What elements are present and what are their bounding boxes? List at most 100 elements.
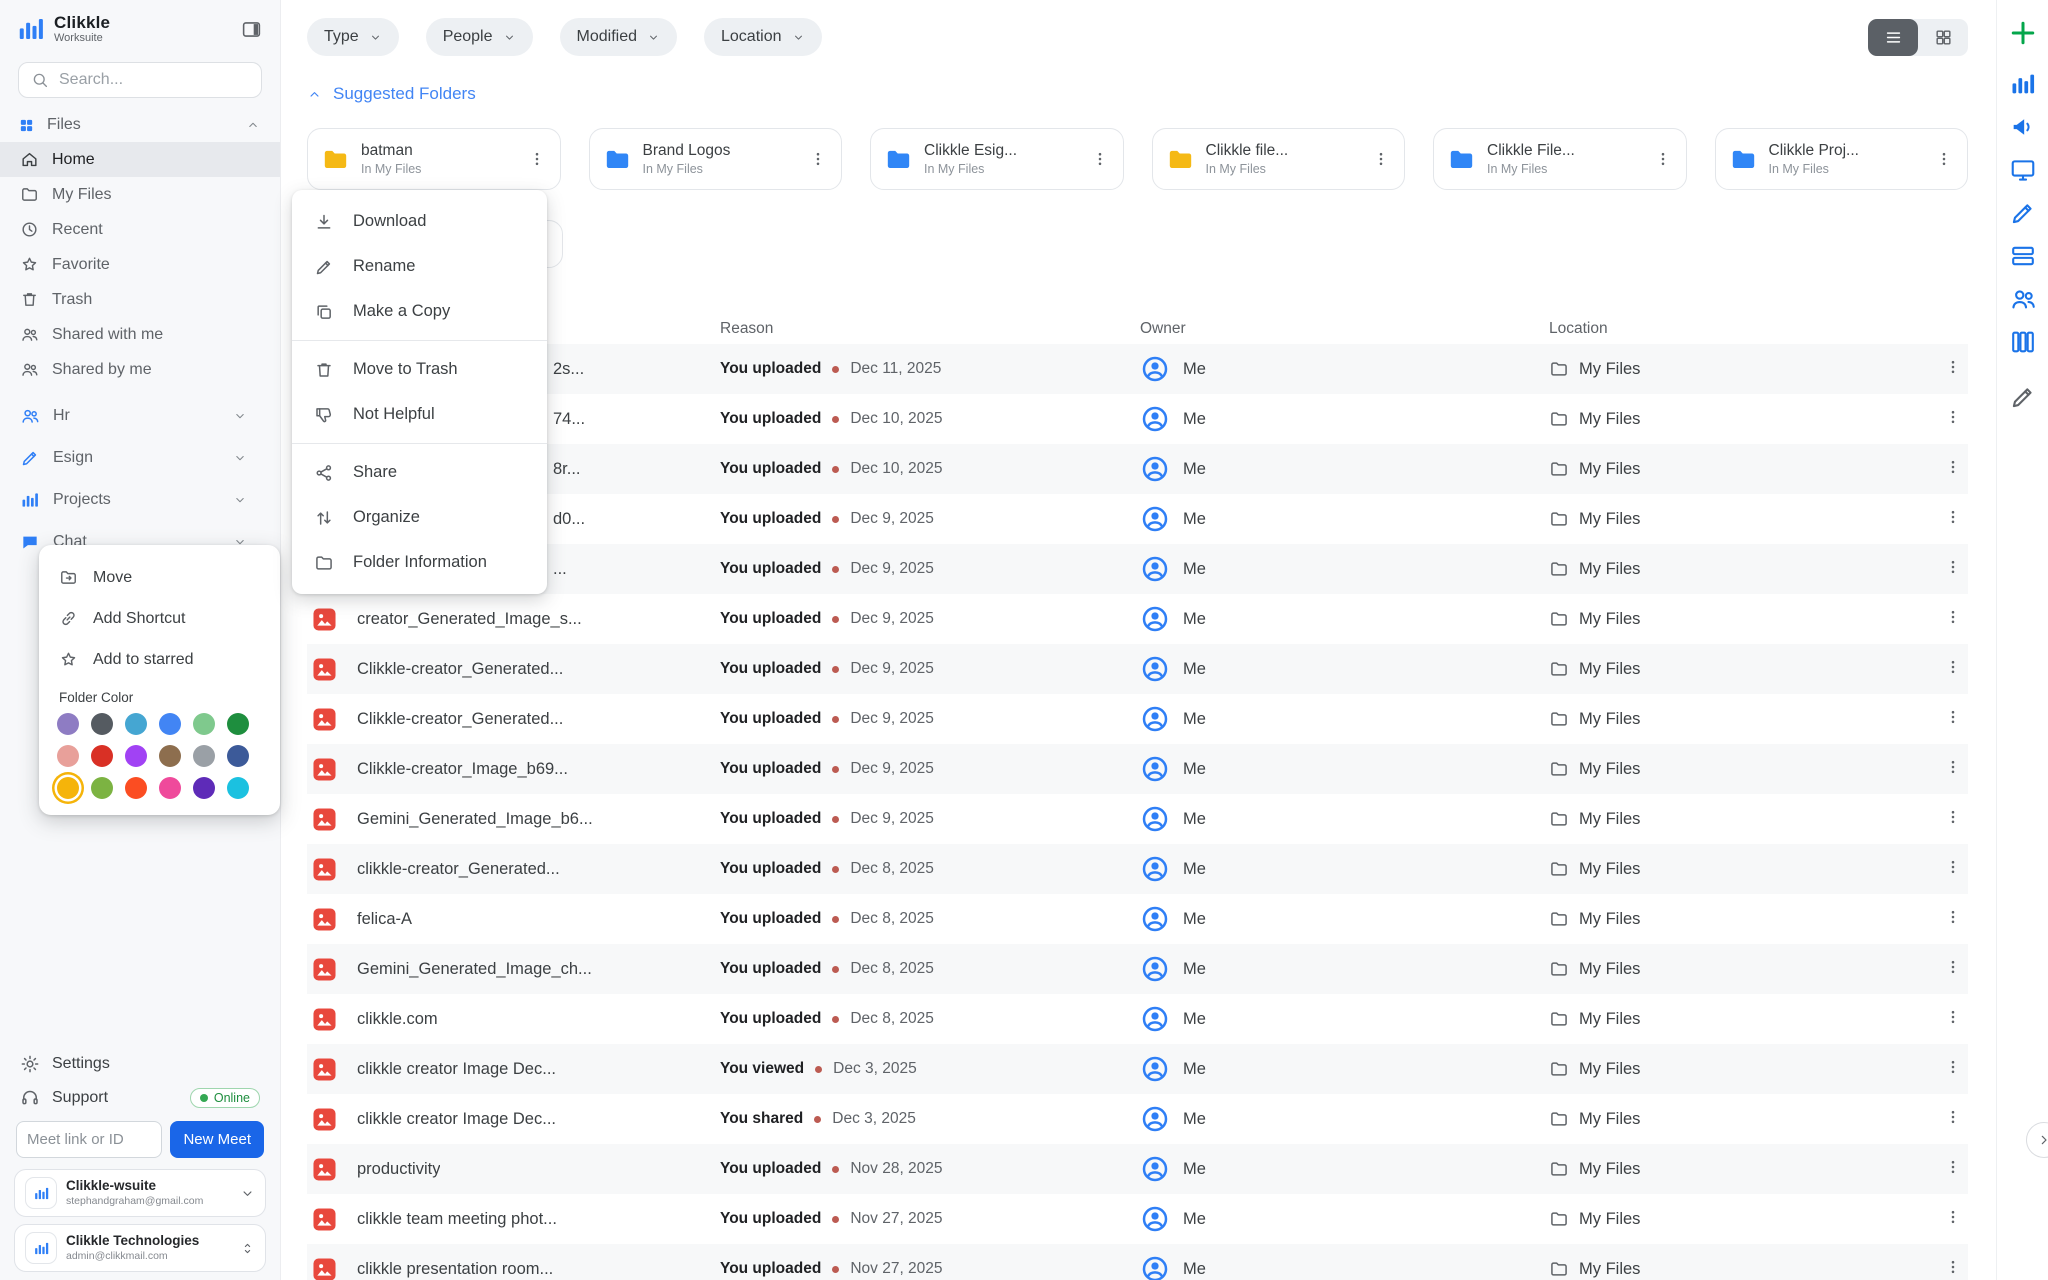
collapse-icon[interactable] <box>307 87 322 102</box>
color-swatch[interactable] <box>159 777 181 799</box>
color-swatch[interactable] <box>193 777 215 799</box>
location-cell[interactable]: My Files <box>1549 759 1944 779</box>
location-cell[interactable]: My Files <box>1549 1259 1944 1279</box>
menu-item[interactable]: Move to Trash <box>292 347 547 392</box>
chevron-up-icon[interactable] <box>246 118 260 132</box>
kebab-icon[interactable] <box>1944 1108 1962 1126</box>
file-row[interactable]: clikkle team meeting phot... You uploade… <box>307 1194 1968 1244</box>
kebab-icon[interactable] <box>1944 508 1962 526</box>
filter-chip[interactable]: Location <box>704 18 822 56</box>
file-row[interactable]: Gemini_Generated_Image_ch... You uploade… <box>307 944 1968 994</box>
sidebar-item[interactable]: Shared by me <box>0 352 280 387</box>
account-card[interactable]: Clikkle Technologies admin@clikkmail.com <box>14 1224 266 1272</box>
chevron-down-icon[interactable] <box>233 493 247 507</box>
meet-link-input[interactable] <box>16 1121 162 1158</box>
support-item[interactable]: Support Online <box>0 1081 280 1115</box>
files-section-header[interactable]: Files <box>0 100 280 142</box>
kebab-icon[interactable] <box>1944 358 1962 376</box>
folder-card[interactable]: Clikkle file... In My Files <box>1152 128 1406 190</box>
color-swatch[interactable] <box>91 777 113 799</box>
location-cell[interactable]: My Files <box>1549 909 1944 929</box>
popup-menu-item[interactable]: Add Shortcut <box>39 598 280 639</box>
rail-app-icon[interactable] <box>2008 18 2038 48</box>
kebab-icon[interactable] <box>1654 150 1672 168</box>
sidebar-app-item[interactable]: Esign <box>0 437 280 479</box>
menu-item[interactable] <box>292 340 547 341</box>
menu-item[interactable] <box>292 443 547 444</box>
location-cell[interactable]: My Files <box>1549 659 1944 679</box>
menu-item[interactable]: Share <box>292 450 547 495</box>
file-row[interactable]: Clikkle-creator_Generated... You uploade… <box>307 644 1968 694</box>
suggested-folders-header[interactable]: Suggested Folders <box>307 83 1996 105</box>
location-cell[interactable]: My Files <box>1549 959 1944 979</box>
kebab-icon[interactable] <box>1944 1058 1962 1076</box>
file-row[interactable]: 2s... You uploaded Dec 11, 2025 Me <box>307 344 1968 394</box>
kebab-icon[interactable] <box>1944 558 1962 576</box>
settings-item[interactable]: Settings <box>0 1047 280 1081</box>
location-cell[interactable]: My Files <box>1549 709 1944 729</box>
color-swatch[interactable] <box>125 713 147 735</box>
location-cell[interactable]: My Files <box>1549 809 1944 829</box>
file-row[interactable]: Clikkle-creator_Generated... You uploade… <box>307 694 1968 744</box>
file-row[interactable]: creator_Generated_Image_s... You uploade… <box>307 594 1968 644</box>
menu-item[interactable]: Not Helpful <box>292 392 547 437</box>
kebab-icon[interactable] <box>1944 708 1962 726</box>
menu-item[interactable]: Rename <box>292 244 547 289</box>
folder-card[interactable]: Brand Logos In My Files <box>589 128 843 190</box>
color-swatch[interactable] <box>193 713 215 735</box>
kebab-icon[interactable] <box>1944 958 1962 976</box>
view-toggle-button[interactable] <box>1918 19 1968 56</box>
file-row[interactable]: clikkle creator Image Dec... You viewed … <box>307 1044 1968 1094</box>
sidebar-app-item[interactable]: Projects <box>0 479 280 521</box>
location-cell[interactable]: My Files <box>1549 559 1944 579</box>
kebab-icon[interactable] <box>1944 858 1962 876</box>
kebab-icon[interactable] <box>1944 908 1962 926</box>
file-row[interactable]: d0... You uploaded Dec 9, 2025 Me <box>307 494 1968 544</box>
color-swatch[interactable] <box>57 745 79 767</box>
rail-app-icon[interactable] <box>2009 285 2037 313</box>
menu-item[interactable]: Make a Copy <box>292 289 547 334</box>
kebab-icon[interactable] <box>809 150 827 168</box>
chevron-down-icon[interactable] <box>233 451 247 465</box>
search-box[interactable] <box>18 62 262 98</box>
color-swatch[interactable] <box>193 745 215 767</box>
kebab-icon[interactable] <box>1372 150 1390 168</box>
account-card[interactable]: Clikkle-wsuite stephandgraham@gmail.com <box>14 1169 266 1217</box>
color-swatch[interactable] <box>227 777 249 799</box>
view-toggle-button[interactable] <box>1868 19 1918 56</box>
folder-card[interactable]: Clikkle File... In My Files <box>1433 128 1687 190</box>
account-switch-icon[interactable] <box>240 1241 255 1256</box>
file-row[interactable]: 8r... You uploaded Dec 10, 2025 Me <box>307 444 1968 494</box>
color-swatch[interactable] <box>125 745 147 767</box>
rail-app-icon[interactable] <box>2009 242 2037 270</box>
file-row[interactable]: clikkle.com You uploaded Dec 8, 2025 Me <box>307 994 1968 1044</box>
sidebar-item[interactable]: Shared with me <box>0 317 280 352</box>
color-swatch[interactable] <box>57 777 79 799</box>
location-cell[interactable]: My Files <box>1549 609 1944 629</box>
search-input[interactable] <box>59 71 249 89</box>
folder-card[interactable]: Clikkle Esig... In My Files <box>870 128 1124 190</box>
location-cell[interactable]: My Files <box>1549 859 1944 879</box>
file-row[interactable]: 74... You uploaded Dec 10, 2025 Me <box>307 394 1968 444</box>
location-cell[interactable]: My Files <box>1549 409 1944 429</box>
file-row[interactable]: Gemini_Generated_Image_b6... You uploade… <box>307 794 1968 844</box>
filter-chip[interactable]: People <box>426 18 533 56</box>
color-swatch[interactable] <box>91 713 113 735</box>
color-swatch[interactable] <box>159 745 181 767</box>
sidebar-item[interactable]: My Files <box>0 177 280 212</box>
kebab-icon[interactable] <box>1944 458 1962 476</box>
folder-card[interactable]: batman In My Files <box>307 128 561 190</box>
kebab-icon[interactable] <box>1944 658 1962 676</box>
rail-app-icon[interactable] <box>2009 156 2037 184</box>
location-cell[interactable]: My Files <box>1549 1059 1944 1079</box>
file-row[interactable]: clikkle presentation room... You uploade… <box>307 1244 1968 1280</box>
color-swatch[interactable] <box>159 713 181 735</box>
folder-card[interactable]: Clikkle Proj... In My Files <box>1715 128 1969 190</box>
popup-menu-item[interactable]: Add to starred <box>39 639 280 680</box>
sidebar-item[interactable]: Favorite <box>0 247 280 282</box>
location-cell[interactable]: My Files <box>1549 1109 1944 1129</box>
rail-app-icon[interactable] <box>2009 383 2037 411</box>
new-meet-button[interactable]: New Meet <box>170 1121 264 1158</box>
kebab-icon[interactable] <box>1944 808 1962 826</box>
location-cell[interactable]: My Files <box>1549 1209 1944 1229</box>
